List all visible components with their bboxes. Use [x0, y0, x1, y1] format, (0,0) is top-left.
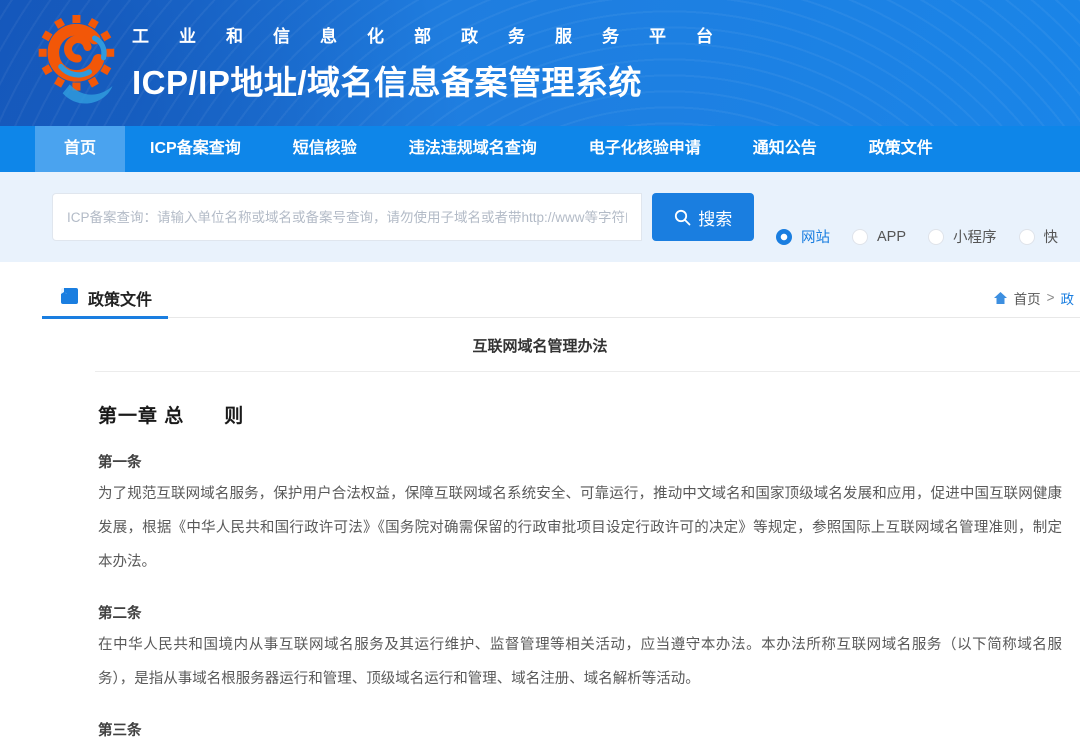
breadcrumb-home-link[interactable]: 首页	[1014, 288, 1041, 308]
article-heading: 第三条	[98, 719, 1062, 740]
radio-dot-icon	[776, 229, 792, 245]
article-2: 第二条 在中华人民共和国境内从事互联网域名服务及其运行维护、监督管理等相关活动，…	[98, 602, 1062, 696]
title-divider	[95, 371, 1080, 372]
breadcrumb-separator: >	[1047, 290, 1055, 305]
nav-item-notices[interactable]: 通知公告	[753, 126, 817, 172]
radio-miniprogram[interactable]: 小程序	[928, 226, 997, 247]
nav-item-icp-query[interactable]: ICP备案查询	[150, 126, 241, 172]
nav-item-home[interactable]: 首页	[35, 126, 125, 172]
section-title: 政策文件	[88, 286, 152, 310]
document-title: 互联网域名管理办法	[0, 335, 1080, 356]
radio-dot-icon	[928, 229, 944, 245]
radio-app[interactable]: APP	[852, 229, 906, 245]
article-text: 在中华人民共和国境内从事互联网域名服务及其运行维护、监督管理等相关活动，应当遵守…	[98, 628, 1062, 696]
radio-dot-icon	[852, 229, 868, 245]
home-icon	[993, 291, 1008, 305]
nav-item-policy-files[interactable]: 政策文件	[869, 126, 933, 172]
search-icon	[674, 209, 691, 226]
document-body: 第一章 总 则 第一条 为了规范互联网域名服务，保护用户合法权益，保障互联网域名…	[98, 401, 1062, 753]
article-1: 第一条 为了规范互联网域名服务，保护用户合法权益，保障互联网域名系统安全、可靠运…	[98, 451, 1062, 579]
section-header: 政策文件 首页 > 政	[42, 278, 1080, 318]
search-button[interactable]: 搜索	[652, 193, 754, 241]
search-type-radio-group: 网站 APP 小程序 快	[776, 226, 1080, 247]
main-nav: 首页 ICP备案查询 短信核验 违法违规域名查询 电子化核验申请 通知公告 政策…	[0, 126, 1080, 172]
radio-dot-icon	[1019, 229, 1035, 245]
article-3: 第三条 工业和信息化部对全国的域名服务实施监督管理，主要职责是：（一）制定互联网…	[98, 719, 1062, 753]
search-button-label: 搜索	[698, 205, 732, 230]
policy-document-page: 政策文件 首页 > 政 互联网域名管理办法 第一章 总 则 第一条 为了规范互联…	[0, 262, 1080, 753]
breadcrumb-current: 政	[1061, 288, 1075, 308]
article-heading: 第一条	[98, 451, 1062, 472]
article-heading: 第二条	[98, 602, 1062, 623]
article-text: 工业和信息化部对全国的域名服务实施监督管理，主要职责是：（一）制定互联网域名管理…	[98, 745, 1062, 753]
miit-gear-logo-icon	[36, 11, 116, 120]
chapter-title: 第一章 总 则	[98, 401, 1062, 428]
platform-title: 工业和信息化部政务服务平台	[132, 22, 743, 47]
radio-website[interactable]: 网站	[776, 226, 830, 247]
nav-item-illegal-domain[interactable]: 违法违规域名查询	[409, 126, 537, 172]
policy-book-icon	[60, 286, 79, 310]
nav-item-e-verify-apply[interactable]: 电子化核验申请	[589, 126, 701, 172]
system-title: ICP/IP地址/域名信息备案管理系统	[132, 56, 743, 104]
article-text: 为了规范互联网域名服务，保护用户合法权益，保障互联网域名系统安全、可靠运行，推动…	[98, 477, 1062, 579]
nav-item-sms-verify[interactable]: 短信核验	[293, 126, 357, 172]
site-header: 工业和信息化部政务服务平台 ICP/IP地址/域名信息备案管理系统	[0, 0, 1080, 126]
icp-search-input[interactable]	[52, 193, 642, 241]
search-section: 搜索 网站 APP 小程序 快	[0, 172, 1080, 262]
breadcrumb: 首页 > 政	[993, 288, 1074, 308]
radio-quickapp[interactable]: 快	[1019, 226, 1059, 247]
